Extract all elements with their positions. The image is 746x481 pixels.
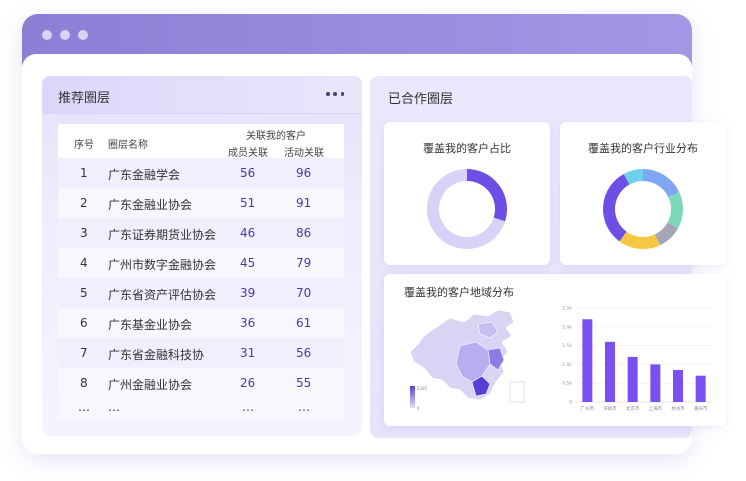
bar-4[interactable]: [673, 370, 683, 402]
window-dot-2[interactable]: [60, 30, 70, 40]
donut-slice[interactable]: [466, 169, 507, 222]
ellipsis-activity: …: [298, 400, 310, 414]
bar-2[interactable]: [627, 356, 638, 402]
bar-1[interactable]: [605, 341, 615, 402]
row-name: 广东省金融科技协: [108, 348, 205, 362]
bar-0[interactable]: [582, 319, 593, 402]
card-region-distribution: 覆盖我的客户地域分布 2285 0 0 0.5k 1.0k 1.5k 2.0k 2.5k 广…: [384, 274, 726, 426]
bar-ytick-label: 0.5k: [562, 381, 572, 387]
row-activity-count: 70: [296, 286, 312, 300]
row-index: 5: [80, 286, 88, 300]
row-index: 4: [80, 256, 88, 270]
table-body: 1 广东金融学会 56 96 2 广东金融业协会 51 91 3 广东证券期货业协会 46 86 4 广州…: [58, 158, 344, 420]
industry-donut-chart: [603, 169, 683, 249]
donut-slice[interactable]: [654, 222, 679, 246]
row-member-count: 26: [240, 376, 256, 390]
recommended-panel-header: 推荐圈层: [42, 76, 362, 114]
table-row[interactable]: 7 广东省金融科技协 31 56: [58, 338, 344, 368]
bar-ytick-label: 1.5k: [562, 343, 572, 349]
table-row[interactable]: 3 广东证券期货业协会 46 86: [58, 218, 344, 248]
table-row[interactable]: 6 广东基金业协会 36 61: [58, 308, 344, 338]
bar-category-label: 上海市: [649, 405, 663, 412]
row-index: 3: [80, 226, 88, 240]
row-index: 6: [80, 316, 88, 330]
row-activity-count: 96: [296, 166, 312, 180]
row-member-count: 51: [240, 196, 256, 210]
row-name: 广东省资产评估协会: [108, 288, 217, 302]
cooperated-panel-title: 已合作圈层: [388, 92, 454, 107]
card-region-title: 覆盖我的客户地域分布: [404, 286, 514, 299]
header-member: 成员关联: [228, 148, 268, 159]
table-row-ellipsis: … … … …: [58, 398, 344, 420]
bar-category-label: 北京市: [626, 405, 640, 412]
row-activity-count: 86: [296, 226, 312, 240]
window-dot-3[interactable]: [78, 30, 88, 40]
row-index: 1: [80, 166, 88, 180]
window-dot-1[interactable]: [42, 30, 52, 40]
table-row[interactable]: 8 广州金融业协会 26 55: [58, 368, 344, 398]
card-customer-share: 覆盖我的客户占比: [384, 122, 550, 265]
map-legend-bar: [410, 386, 415, 408]
row-member-count: 39: [240, 286, 256, 300]
row-member-count: 31: [240, 346, 256, 360]
row-member-count: 46: [240, 226, 256, 240]
recommended-panel-title: 推荐圈层: [58, 91, 111, 106]
row-activity-count: 91: [296, 196, 312, 210]
row-activity-count: 61: [296, 316, 312, 330]
map-legend-low: 0: [417, 406, 420, 411]
map-inset-box: [509, 381, 525, 403]
row-index: 7: [80, 346, 88, 360]
row-name: 广州金融业协会: [108, 378, 193, 392]
region-bar-chart: 0 0.5k 1.0k 1.5k 2.0k 2.5k 广州市 深圳市 北京市 上海市 杭州市 重庆市: [562, 306, 712, 412]
row-member-count: 45: [240, 256, 256, 270]
bar-category-label: 杭州市: [671, 405, 685, 412]
row-name: 广州市数字金融协会: [108, 258, 217, 272]
row-name: 广东证券期货业协会: [108, 228, 217, 242]
header-index: 序号: [74, 140, 94, 151]
map-legend-high: 2285: [417, 386, 428, 391]
header-name: 圈层名称: [108, 140, 148, 151]
row-member-count: 56: [240, 166, 256, 180]
china-map: 2285 0: [409, 309, 525, 411]
row-name: 广东基金业协会: [108, 318, 193, 332]
donut-slice[interactable]: [642, 169, 680, 198]
row-name: 广东金融业协会: [108, 198, 193, 212]
row-activity-count: 55: [296, 376, 312, 390]
table-row[interactable]: 1 广东金融学会 56 96: [58, 158, 344, 188]
row-index: 2: [80, 196, 88, 210]
bar-category-label: 深圳市: [603, 405, 617, 412]
table-header: 序号 圈层名称 关联我的客户 成员关联 活动关联: [58, 124, 344, 159]
table-row[interactable]: 2 广东金融业协会 51 91: [58, 188, 344, 218]
bar-ytick-label: 2.0k: [562, 324, 572, 330]
header-activity: 活动关联: [284, 148, 324, 159]
ellipsis-name: …: [108, 400, 120, 414]
row-name: 广东金融学会: [108, 168, 181, 182]
donut-slice[interactable]: [623, 169, 644, 185]
bar-3[interactable]: [650, 364, 661, 402]
recommended-table: 序号 圈层名称 关联我的客户 成员关联 活动关联 1 广东金融学会 56 96 2 广东金…: [58, 124, 344, 420]
header-group: 关联我的客户: [246, 131, 306, 142]
donut-slice[interactable]: [603, 173, 630, 242]
table-row[interactable]: 4 广州市数字金融协会 45 79: [58, 248, 344, 278]
ellipsis-member: …: [242, 400, 254, 414]
bar-ytick-label: 0: [569, 400, 572, 406]
bar-category-label: 广州市: [581, 405, 595, 412]
row-activity-count: 79: [296, 256, 312, 270]
card-industry-distribution: 覆盖我的客户行业分布: [560, 122, 726, 265]
row-index: 8: [80, 376, 88, 390]
bar-ytick-label: 1.0k: [562, 362, 572, 368]
more-icon[interactable]: [326, 89, 344, 99]
bar-category-label: 重庆市: [694, 405, 708, 412]
stage: 推荐圈层 序号 圈层名称 关联我的客户 成员关联 活动关联 1 广东金融学会 56 9…: [0, 0, 746, 481]
ellipsis-index: …: [78, 400, 90, 414]
donut-slice[interactable]: [619, 231, 661, 249]
donut-slice[interactable]: [667, 191, 683, 229]
table-row[interactable]: 5 广东省资产评估协会 39 70: [58, 278, 344, 308]
bar-ytick-label: 2.5k: [562, 306, 572, 312]
row-member-count: 36: [240, 316, 256, 330]
bar-5[interactable]: [695, 375, 706, 402]
row-activity-count: 56: [296, 346, 312, 360]
share-donut-chart: [427, 169, 507, 249]
